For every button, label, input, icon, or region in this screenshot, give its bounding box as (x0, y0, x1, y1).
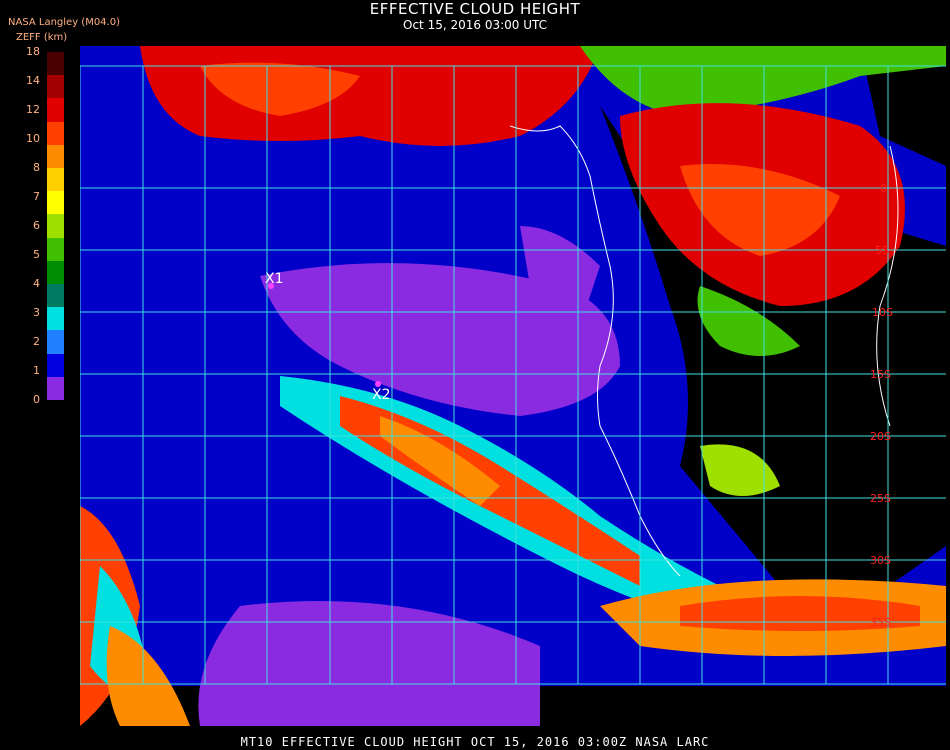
latitude-label: 25S (870, 492, 891, 505)
colorbar-swatch (47, 237, 64, 262)
latitude-label: 5S (875, 244, 889, 257)
colorbar-tick-label: 14 (26, 74, 40, 87)
marker-label: X1 (265, 271, 284, 287)
colorbar-tick-label: 7 (33, 190, 40, 203)
cloud-height-map: 0 5S 10S 15S 20S 25S 30S 35S X1 X2 (80, 46, 946, 726)
latitude-label: 20S (870, 430, 891, 443)
colorbar-unit-label: ZEFF (km) (16, 32, 68, 43)
colorbar-swatch (47, 330, 64, 355)
colorbar-tick-label: 10 (26, 132, 40, 145)
colorbar-swatch (47, 168, 64, 192)
colorbar-tick-label: 4 (33, 277, 40, 290)
colorbar-tick-label: 6 (33, 219, 40, 232)
colorbar-swatch (47, 353, 64, 378)
colorbar-tick-label: 2 (33, 335, 40, 348)
map-subtitle: Oct 15, 2016 03:00 UTC (403, 18, 547, 32)
latitude-label: 10S (872, 306, 893, 319)
colorbar-swatch (47, 98, 64, 123)
colorbar-swatch (47, 376, 64, 401)
colorbar-swatch (47, 214, 64, 239)
colorbar-tick-label: 8 (33, 161, 40, 174)
colorbar-tick-label: 5 (33, 248, 40, 261)
marker-label: X2 (372, 387, 391, 403)
footer-caption: MT10 EFFECTIVE CLOUD HEIGHT OCT 15, 2016… (240, 735, 710, 749)
colorbar-tick-label: 12 (26, 103, 40, 116)
colorbar-tick-label: 18 (26, 45, 40, 58)
colorbar-swatch (47, 52, 64, 76)
colorbar-tick-label: 3 (33, 306, 40, 319)
latitude-label: 15S (870, 368, 891, 381)
colorbar-swatch (47, 144, 64, 169)
colorbar-swatch (47, 307, 64, 331)
colorbar (47, 52, 64, 401)
title-block: EFFECTIVE CLOUD HEIGHT Oct 15, 2016 03:0… (0, 0, 950, 32)
latitude-label: 30S (870, 554, 891, 567)
organization-label: NASA Langley (M04.0) (8, 17, 120, 28)
colorbar-swatch (47, 284, 64, 308)
colorbar-swatch (47, 191, 64, 215)
colorbar-tick-label: 0 (33, 393, 40, 406)
colorbar-swatch (47, 260, 64, 285)
latitude-label: 35S (870, 616, 891, 629)
colorbar-swatch (47, 121, 64, 146)
colorbar-swatch (47, 75, 64, 99)
map-title: EFFECTIVE CLOUD HEIGHT (369, 0, 581, 18)
latitude-label: 0 (880, 182, 887, 195)
colorbar-tick-label: 1 (33, 364, 40, 377)
